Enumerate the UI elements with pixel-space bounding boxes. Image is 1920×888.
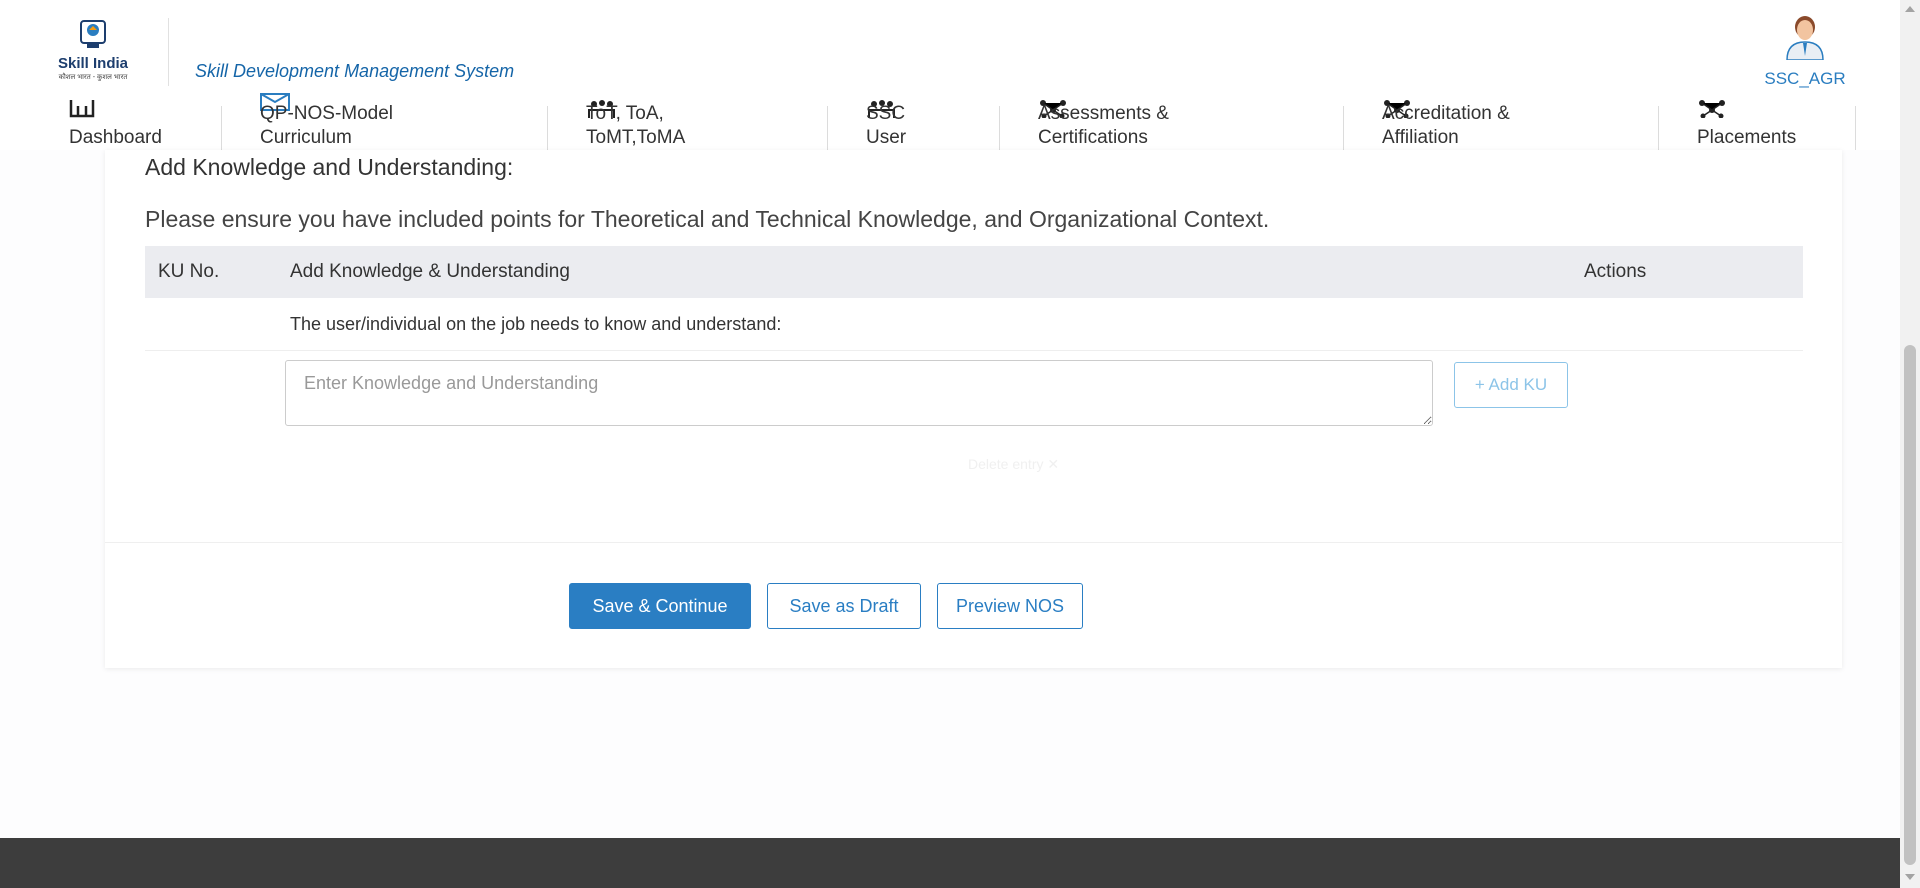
ku-form-card: Add Knowledge and Understanding: Please … <box>105 150 1842 668</box>
nav-separator <box>827 106 828 150</box>
section-note: Please ensure you have included points f… <box>145 206 1270 232</box>
skill-india-logo[interactable]: Skill India कौशल भारत - कुशल भारत <box>48 18 138 88</box>
skill-india-emblem-icon <box>80 20 106 48</box>
column-header-ku-no: KU No. <box>158 261 220 282</box>
column-header-ku: Add Knowledge & Understanding <box>290 261 570 282</box>
header-divider <box>168 18 169 86</box>
card-divider <box>105 542 1842 543</box>
save-continue-button[interactable]: Save & Continue <box>569 583 751 629</box>
network-icon <box>1699 100 1725 118</box>
nav-separator <box>221 106 222 150</box>
app-header: Skill India कौशल भारत - कुशल भारत Skill … <box>0 0 1900 100</box>
nav-label: Assessments & Certifications <box>1038 103 1169 148</box>
scroll-up-arrow-icon[interactable] <box>1905 6 1915 12</box>
nav-label: Accreditation & Affiliation <box>1382 103 1510 148</box>
scrollbar-thumb[interactable] <box>1904 345 1916 865</box>
user-avatar-icon <box>1786 16 1824 61</box>
nav-separator <box>999 106 1000 150</box>
nav-label: Dashboard <box>69 127 162 148</box>
nav-separator <box>1343 106 1344 150</box>
nav-separator <box>1855 106 1856 150</box>
preview-nos-button[interactable]: Preview NOS <box>937 583 1083 629</box>
vertical-scrollbar[interactable] <box>1900 0 1920 888</box>
main-nav: Dashboard QP-NOS-Model Curriculum ToT, T… <box>0 92 1900 150</box>
logo-tagline: कौशल भारत - कुशल भारत <box>58 74 128 81</box>
nav-label: QP-NOS-Model Curriculum <box>260 103 394 148</box>
nav-separator <box>1658 106 1659 150</box>
ku-table: KU No. Add Knowledge & Understanding Act… <box>145 246 1803 351</box>
add-ku-button[interactable]: + Add KU <box>1454 362 1568 408</box>
nav-label: ToT, ToA, ToMT,ToMA <box>586 103 686 148</box>
section-title: Add Knowledge and Understanding: <box>145 154 514 180</box>
scroll-down-arrow-icon[interactable] <box>1905 874 1915 880</box>
user-name: SSC_AGR <box>1764 69 1846 88</box>
ku-input[interactable] <box>285 360 1433 426</box>
page-footer <box>0 838 1900 888</box>
dashboard-icon <box>69 100 95 118</box>
user-menu[interactable]: SSC_AGR <box>1760 14 1850 89</box>
nav-label: SSC User <box>866 103 907 148</box>
ku-intro-text: The user/individual on the job needs to … <box>290 314 782 334</box>
nav-separator <box>547 106 548 150</box>
column-header-actions: Actions <box>1584 261 1647 282</box>
table-row: The user/individual on the job needs to … <box>145 298 1803 351</box>
table-header: KU No. Add Knowledge & Understanding Act… <box>145 246 1803 298</box>
app-title: Skill Development Management System <box>195 61 515 81</box>
save-draft-button[interactable]: Save as Draft <box>767 583 921 629</box>
nav-label: Placements <box>1697 127 1797 148</box>
faint-delete-text: Delete entry ✕ <box>968 456 1060 472</box>
logo-name: Skill India <box>57 55 129 72</box>
